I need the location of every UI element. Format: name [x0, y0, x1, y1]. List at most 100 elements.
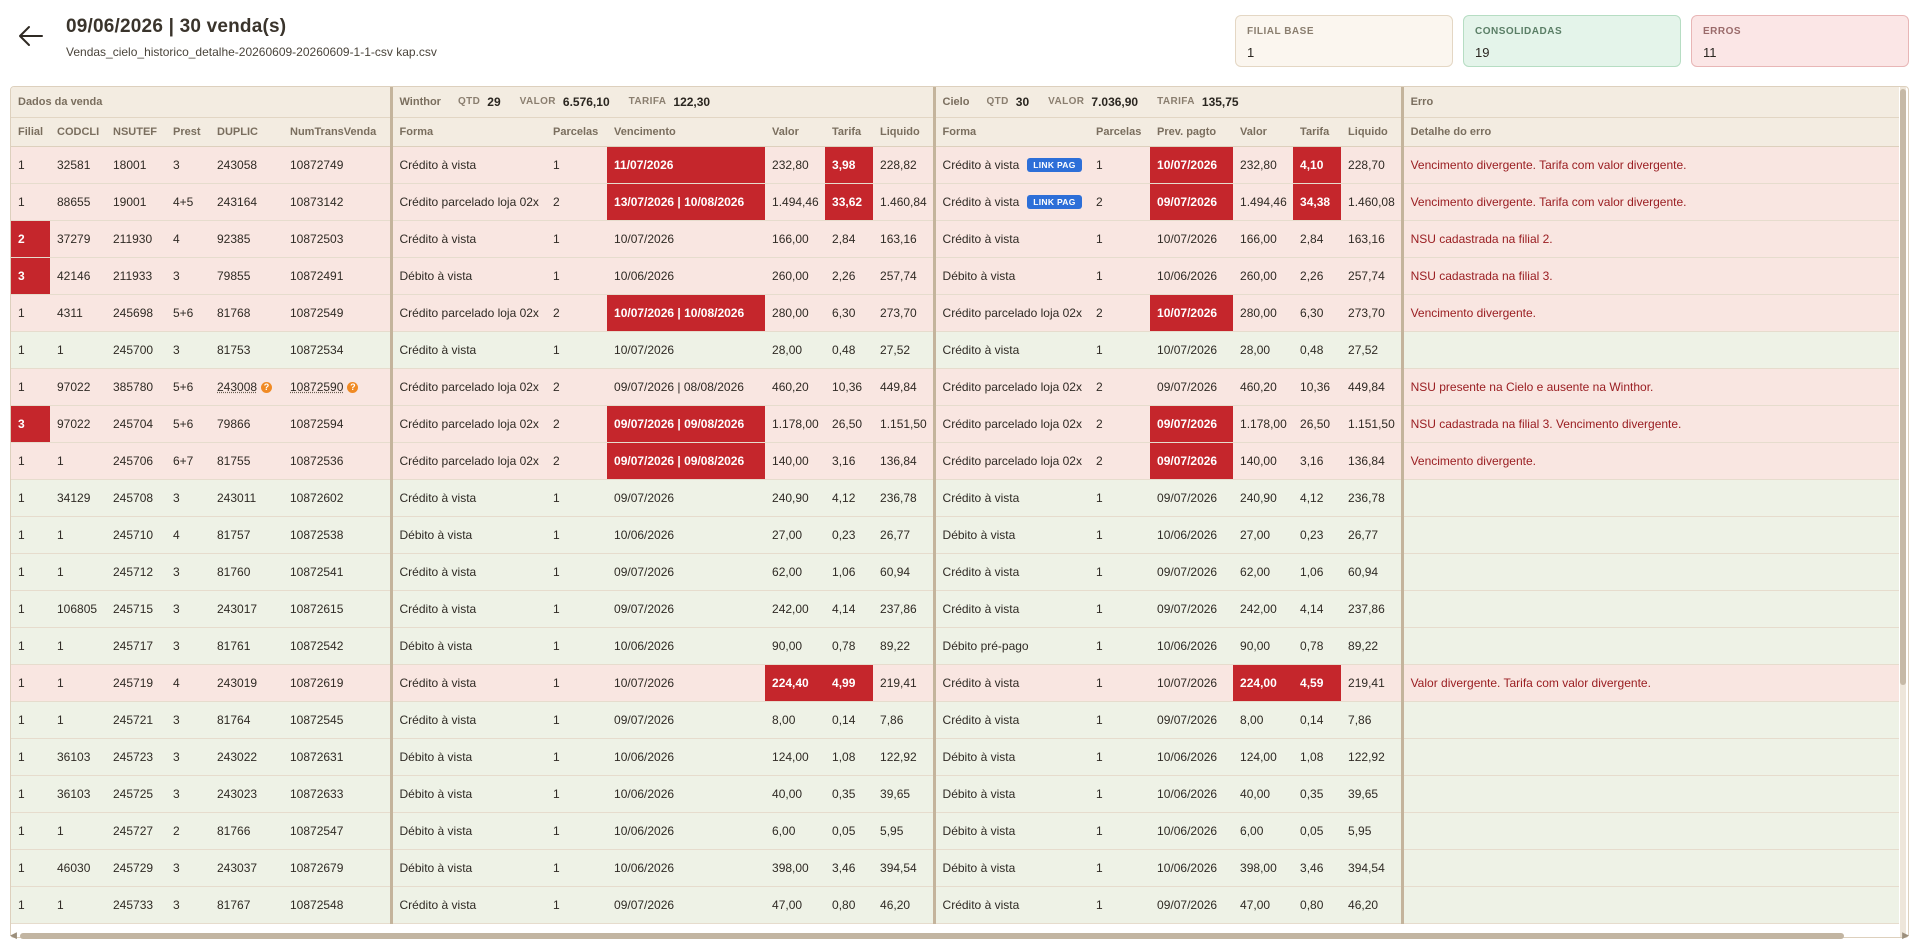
cell-codcli: 97022: [50, 405, 106, 443]
horizontal-scroll-thumb[interactable]: [20, 933, 1844, 939]
table-row[interactable]: 1 88655 19001 4+5 243164 10873142 Crédito parc…: [11, 183, 1900, 221]
cell-c-forma: Crédito à vista LINK PAG: [932, 146, 1090, 184]
column-header-w-tarifa[interactable]: Tarifa: [825, 117, 874, 147]
cell-w-valor: 40,00: [765, 775, 826, 813]
table-row[interactable]: 1 106805 245715 3 243017 10872615 Crédito à vi…: [11, 590, 1900, 628]
cell-codcli: 34129: [50, 479, 106, 517]
scroll-left-icon[interactable]: ◀: [10, 930, 17, 941]
horizontal-scrollbar[interactable]: ◀ ▶: [10, 930, 1909, 941]
cell-w-parc: 1: [546, 590, 608, 628]
column-header-nsutef[interactable]: NSUTEF: [106, 117, 166, 147]
cell-w-liq: 136,84: [873, 442, 935, 480]
column-header-c-parcelas[interactable]: Parcelas: [1089, 117, 1151, 147]
cell-codcli: 32581: [50, 146, 106, 184]
column-header-prest[interactable]: Prest: [166, 117, 210, 147]
column-header-w-liquido[interactable]: Liquido: [873, 117, 935, 147]
back-arrow-icon[interactable]: [16, 21, 46, 51]
cell-c-forma: Débito à vista: [932, 257, 1090, 295]
cell-duplic: 243164: [210, 183, 283, 221]
cell-c-parc: 1: [1089, 738, 1151, 776]
column-header-detalhe-erro[interactable]: Detalhe do erro: [1400, 117, 1900, 147]
table-row[interactable]: 1 1 245717 3 81761 10872542 Débito à vista 1 10/…: [11, 627, 1900, 665]
cell-w-liq: 1.151,50: [873, 405, 935, 443]
cell-nsutef: 211933: [106, 257, 166, 295]
cell-filial: 3: [11, 405, 50, 443]
table-row[interactable]: 1 1 245727 2 81766 10872547 Débito à vista 1 10/…: [11, 812, 1900, 850]
cell-w-tarifa: 26,50: [825, 405, 874, 443]
cell-prest: 4: [166, 220, 210, 258]
column-header-w-forma[interactable]: Forma: [389, 117, 547, 147]
cell-w-parc: 1: [546, 331, 608, 369]
cell-w-forma: Crédito parcelado loja 02x: [389, 183, 547, 221]
cell-c-tarifa: 0,23: [1293, 516, 1342, 554]
column-header-duplic[interactable]: DUPLIC: [210, 117, 283, 147]
cell-w-liq: 163,16: [873, 220, 935, 258]
table-row[interactable]: 1 1 245719 4 243019 10872619 Crédito à vista 1 1…: [11, 664, 1900, 702]
cell-c-forma: Crédito à vista: [932, 701, 1090, 739]
vertical-scroll-thumb[interactable]: [1900, 89, 1906, 685]
cell-w-parc: 2: [546, 405, 608, 443]
question-mark-icon[interactable]: ?: [261, 381, 273, 393]
table-row[interactable]: 2 37279 211930 4 92385 10872503 Crédito à vist…: [11, 220, 1900, 258]
cell-numtrans: 10872590?: [283, 368, 392, 406]
cell-c-parc: 1: [1089, 664, 1151, 702]
table-row[interactable]: 1 4311 245698 5+6 81768 10872549 Crédito parce…: [11, 294, 1900, 332]
table-row[interactable]: 1 1 245710 4 81757 10872538 Débito à vista 1 10/…: [11, 516, 1900, 554]
column-header-c-liquido[interactable]: Liquido: [1341, 117, 1403, 147]
cell-codcli: 4311: [50, 294, 106, 332]
cell-c-forma: Crédito à vista: [932, 664, 1090, 702]
cell-c-liq: 394,54: [1341, 849, 1403, 887]
table-row[interactable]: 1 97022 385780 5+6 243008? 10872590? Crédito p…: [11, 368, 1900, 406]
cell-duplic: 81768: [210, 294, 283, 332]
link-pag-badge: LINK PAG: [1027, 157, 1082, 172]
cell-w-parc: 1: [546, 738, 608, 776]
vertical-scrollbar[interactable]: [1900, 87, 1906, 937]
cell-w-parc: 1: [546, 257, 608, 295]
cell-w-tarifa: 4,12: [825, 479, 874, 517]
cell-w-parc: 2: [546, 294, 608, 332]
table-row[interactable]: 1 46030 245729 3 243037 10872679 Débito à vist…: [11, 849, 1900, 887]
cell-c-valor: 242,00: [1233, 590, 1294, 628]
cell-w-venc: 09/07/2026 | 09/08/2026: [607, 442, 766, 480]
column-header-w-vencimento[interactable]: Vencimento: [607, 117, 766, 147]
cell-c-tarifa: 34,38: [1293, 183, 1342, 221]
cell-duplic: 92385: [210, 220, 283, 258]
table-row[interactable]: 1 1 245712 3 81760 10872541 Crédito à vista 1 09…: [11, 553, 1900, 591]
column-header-c-tarifa[interactable]: Tarifa: [1293, 117, 1342, 147]
cell-w-valor: 232,80: [765, 146, 826, 184]
column-header-w-parcelas[interactable]: Parcelas: [546, 117, 608, 147]
column-header-c-valor[interactable]: Valor: [1233, 117, 1294, 147]
column-header-numtrans[interactable]: NumTransVenda: [283, 117, 392, 147]
column-header-row: Filial CODCLI NSUTEF Prest DUPLIC NumTransVen…: [11, 117, 1900, 147]
table-row[interactable]: 1 1 245700 3 81753 10872534 Crédito à vista 1 10…: [11, 331, 1900, 369]
cell-prest: 3: [166, 553, 210, 591]
column-header-c-prev-pagto[interactable]: Prev. pagto: [1150, 117, 1234, 147]
column-header-c-forma[interactable]: Forma: [932, 117, 1090, 147]
table-row[interactable]: 1 32581 18001 3 243058 10872749 Crédito à vist…: [11, 146, 1900, 184]
table-row[interactable]: 1 34129 245708 3 243011 10872602 Crédito à vis…: [11, 479, 1900, 517]
page-title: 09/06/2026 | 30 venda(s): [66, 16, 287, 37]
question-mark-icon[interactable]: ?: [347, 381, 359, 393]
table-row[interactable]: 3 42146 211933 3 79855 10872491 Débito à vista…: [11, 257, 1900, 295]
cell-c-valor: 224,00: [1233, 664, 1294, 702]
column-header-filial[interactable]: Filial: [11, 117, 50, 147]
table-row[interactable]: 1 36103 245723 3 243022 10872631 Débito à vist…: [11, 738, 1900, 776]
cell-duplic: 79855: [210, 257, 283, 295]
table-row[interactable]: 1 1 245721 3 81764 10872545 Crédito à vista 1 09…: [11, 701, 1900, 739]
table-row[interactable]: 1 1 245706 6+7 81755 10872536 Crédito parcelad…: [11, 442, 1900, 480]
cell-c-prev: 10/07/2026: [1150, 331, 1234, 369]
cell-c-forma: Crédito parcelado loja 02x: [932, 442, 1090, 480]
table-row[interactable]: 1 36103 245725 3 243023 10872633 Débito à vist…: [11, 775, 1900, 813]
table-row[interactable]: 3 97022 245704 5+6 79866 10872594 Crédito parc…: [11, 405, 1900, 443]
cell-c-forma: Débito à vista: [932, 775, 1090, 813]
column-header-w-valor[interactable]: Valor: [765, 117, 826, 147]
table-row[interactable]: 1 1 245733 3 81767 10872548 Crédito à vista 1 09…: [11, 886, 1900, 924]
cell-w-valor: 1.178,00: [765, 405, 826, 443]
cell-w-forma: Débito à vista: [389, 812, 547, 850]
column-header-codcli[interactable]: CODCLI: [50, 117, 106, 147]
stat-consolidadas: CONSOLIDADAS 19: [1463, 15, 1681, 67]
scroll-right-icon[interactable]: ▶: [1902, 930, 1909, 941]
cell-w-forma: Crédito à vista: [389, 701, 547, 739]
cell-w-valor: 398,00: [765, 849, 826, 887]
cell-numtrans: 10873142: [283, 183, 392, 221]
